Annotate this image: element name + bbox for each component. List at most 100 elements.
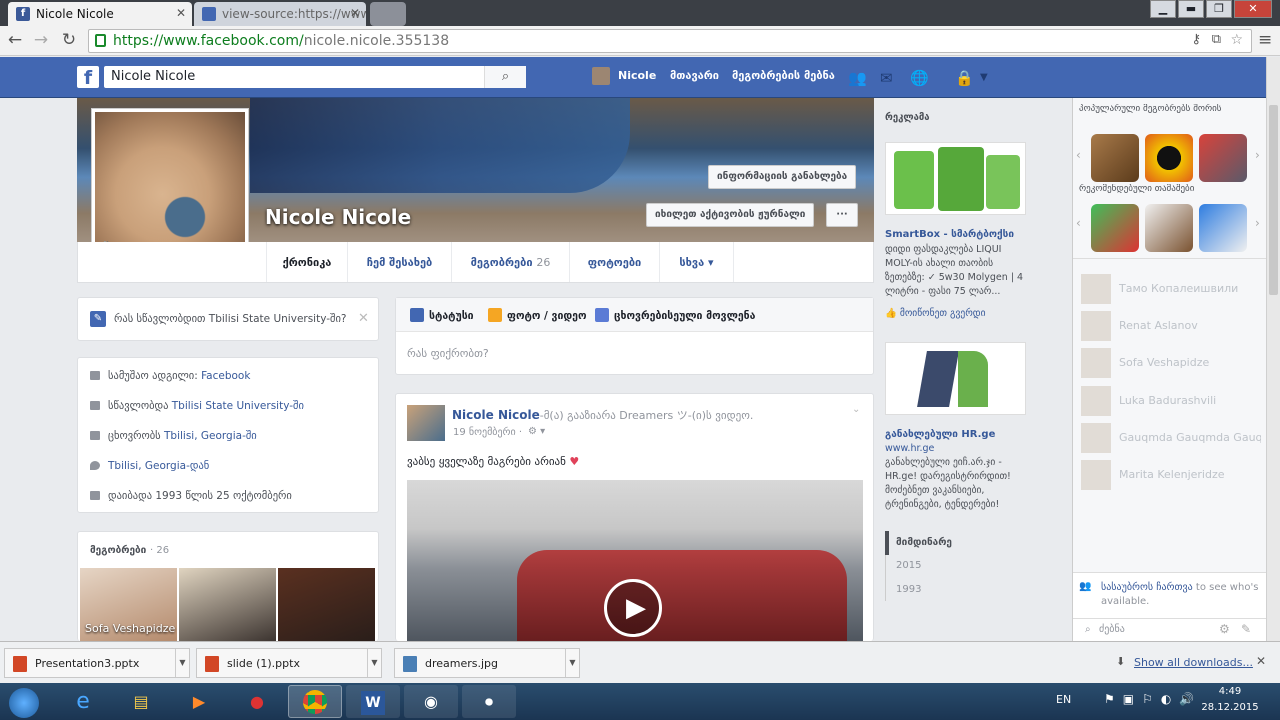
post-options-icon[interactable]: ⌄	[852, 404, 860, 415]
menu-icon[interactable]: ≡	[1258, 30, 1272, 50]
friend-tile[interactable]	[278, 568, 375, 641]
messages-icon[interactable]: ✉	[880, 69, 893, 87]
more-options-button[interactable]: ···	[826, 203, 858, 227]
internet-explorer-icon[interactable]: e	[56, 685, 110, 718]
clock-time[interactable]: 4:49	[1200, 686, 1260, 697]
tab-facebook[interactable]: f Nicole Nicole ✕	[8, 2, 192, 26]
ad1-like[interactable]: 👍 მოიწონეთ გვერდი	[885, 308, 986, 319]
status-button[interactable]: სტატუსი	[410, 308, 474, 322]
turn-on-chat-link[interactable]: სასაუბროს ჩართვა	[1101, 582, 1193, 593]
year-1993[interactable]: 1993	[896, 584, 921, 595]
nav-find-friends-link[interactable]: მეგობრების მებნა	[732, 69, 835, 82]
game-tile[interactable]	[1199, 134, 1247, 182]
ad2-title[interactable]: განახლებული HR.ge	[885, 429, 995, 440]
download-item[interactable]: slide (1).pptx ▼	[196, 648, 382, 678]
post-author-avatar[interactable]	[407, 405, 445, 441]
game-tile[interactable]	[1091, 204, 1139, 252]
chat-contact[interactable]: Luka Badurashvili	[1081, 386, 1261, 416]
key-icon[interactable]: ⚷	[1191, 32, 1201, 47]
chat-contact[interactable]: Тамо Копалеишвили	[1081, 274, 1261, 304]
audience-icon[interactable]: ⚙ ▾	[528, 426, 545, 437]
nav-profile-link[interactable]: Nicole	[618, 69, 656, 82]
ad1-image[interactable]	[885, 142, 1026, 215]
year-2015[interactable]: 2015	[896, 560, 921, 571]
new-tab-button[interactable]	[370, 2, 406, 26]
language-indicator[interactable]: EN	[1056, 693, 1071, 706]
minimize-icon[interactable]: ▁	[1150, 0, 1176, 18]
game-tile[interactable]	[1145, 204, 1193, 252]
chat-contact[interactable]: Gauqmda Gauqmda Gauq...	[1081, 423, 1261, 453]
game-tile[interactable]	[1145, 134, 1193, 182]
search-input[interactable]: Nicole Nicole ⌕	[104, 66, 526, 88]
media-player-icon[interactable]: ▶	[172, 685, 226, 718]
chevron-left-icon[interactable]: ‹	[1076, 148, 1081, 162]
user-icon[interactable]: ▬	[1178, 0, 1204, 18]
page-scrollbar[interactable]	[1266, 57, 1280, 641]
video-player[interactable]: ▶	[407, 480, 863, 642]
download-item[interactable]: dreamers.jpg ▼	[394, 648, 580, 678]
ad1-body[interactable]: დიდი ფასდაკლება LIQUI MOLY-ის ახალი თაობ…	[885, 243, 1030, 299]
clock-date[interactable]: 28.12.2015	[1198, 702, 1262, 713]
close-window-icon[interactable]: ✕	[1234, 0, 1272, 18]
post-date[interactable]: 19 ნოემბერი ·	[453, 427, 522, 438]
chevron-down-icon[interactable]: ▼	[565, 649, 579, 677]
reload-icon[interactable]: ↻	[58, 30, 80, 50]
intro-link[interactable]: Tbilisi, Georgia-დან	[108, 460, 209, 472]
chat-contact[interactable]: Renat Aslanov	[1081, 311, 1261, 341]
year-current[interactable]: მიმდინარე	[896, 537, 952, 548]
restore-icon[interactable]: ❐	[1206, 0, 1232, 18]
ad2-image[interactable]	[885, 342, 1026, 415]
notifications-icon[interactable]: 🌐	[910, 69, 929, 87]
chat-contact[interactable]: Marita Kelenjeridze	[1081, 460, 1261, 490]
privacy-icon[interactable]: 🔒	[955, 69, 974, 87]
tray-icons[interactable]: ⚑▣⚐◐🔊	[1104, 692, 1202, 706]
camera-app-icon[interactable]: ◉	[404, 685, 458, 718]
education-prompt-text[interactable]: რას სწავლობდით Tbilisi State University-…	[114, 313, 346, 325]
facebook-logo-icon[interactable]: f	[77, 66, 99, 89]
chevron-down-icon[interactable]: ▼	[367, 649, 381, 677]
show-all-downloads-link[interactable]: Show all downloads...	[1134, 656, 1253, 669]
friend-requests-icon[interactable]: 👥	[848, 69, 867, 87]
intro-link[interactable]: Facebook	[201, 370, 250, 382]
activity-log-button[interactable]: იხილეთ აქტივობის ჟურნალი	[646, 203, 815, 227]
tab-more[interactable]: სხვა ▾	[660, 242, 734, 282]
url-input[interactable]: https://www.facebook.com/nicole.nicole.3…	[88, 29, 1252, 53]
download-item[interactable]: Presentation3.pptx ▼	[4, 648, 190, 678]
search-icon[interactable]: ⌕	[484, 66, 526, 88]
tab-friends[interactable]: მეგობრები 26	[452, 242, 570, 282]
chevron-right-icon[interactable]: ›	[1255, 148, 1260, 162]
tab-timeline[interactable]: ქრონიკა	[266, 242, 348, 282]
recorder-icon[interactable]: ⏺	[462, 685, 516, 718]
chevron-right-icon[interactable]: ›	[1255, 216, 1260, 230]
close-icon[interactable]: ✕	[358, 311, 369, 326]
update-info-button[interactable]: ინფორმაციის განახლება	[708, 165, 857, 189]
forward-icon[interactable]: →	[30, 30, 52, 50]
chevron-left-icon[interactable]: ‹	[1076, 216, 1081, 230]
account-menu-icon[interactable]: ▼	[980, 72, 988, 83]
post-author-link[interactable]: Nicole Nicole	[452, 408, 540, 422]
tab-about[interactable]: ჩემ შესახებ	[348, 242, 452, 282]
play-button[interactable]: ▶	[604, 579, 662, 637]
chat-contact[interactable]: Sofa Veshapidze	[1081, 348, 1261, 378]
chat-settings-icon[interactable]: ⚙	[1219, 622, 1230, 636]
close-tab-icon[interactable]: ✕	[350, 6, 360, 20]
intro-link[interactable]: Tbilisi, Georgia-ში	[164, 430, 257, 442]
close-tab-icon[interactable]: ✕	[176, 6, 186, 20]
word-icon[interactable]: W	[346, 685, 400, 718]
tab-view-source[interactable]: view-source:https://www.f ✕	[194, 2, 366, 26]
back-icon[interactable]: ←	[4, 30, 26, 50]
start-button[interactable]	[0, 685, 48, 718]
close-downloads-icon[interactable]: ✕	[1256, 654, 1266, 668]
friend-tile[interactable]	[179, 568, 276, 641]
scrollbar-thumb[interactable]	[1269, 105, 1278, 295]
tab-photos[interactable]: ფოტოები	[570, 242, 660, 282]
game-tile[interactable]	[1091, 134, 1139, 182]
ad2-body[interactable]: განახლებული ეიჩ.არ.ჯი - HR.ge! დარეგისტრ…	[885, 456, 1030, 512]
chat-search-input[interactable]: ⌕ ძებნა ⚙ ✎	[1073, 618, 1266, 641]
game-tile[interactable]	[1199, 204, 1247, 252]
new-message-icon[interactable]: ✎	[1241, 622, 1251, 636]
friend-tile[interactable]: Sofa Veshapidze	[80, 568, 177, 641]
ad2-url[interactable]: www.hr.ge	[885, 442, 934, 456]
ad1-title[interactable]: SmartBox - სმარტბოქსი	[885, 229, 1014, 240]
chevron-down-icon[interactable]: ▼	[175, 649, 189, 677]
